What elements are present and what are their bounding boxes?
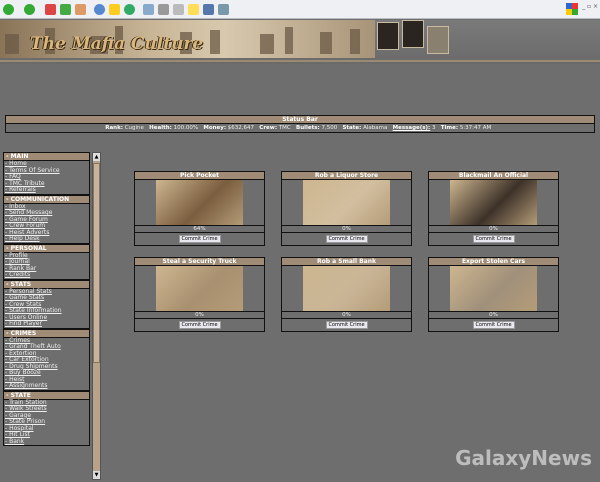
commit-crime-button[interactable]: Commit Crime — [178, 235, 221, 243]
sidebar-link[interactable]: - Credits — [4, 271, 89, 279]
sidebar-section: - STATE - Train Station - Walk Streets - Ga… — [3, 390, 90, 446]
crime-title: Rob a Liquor Store — [282, 172, 411, 180]
status-bar: Status Bar Rank: Cugine Health: 100.00% … — [5, 115, 595, 133]
status-label: Money: — [203, 125, 227, 131]
status-value: 5:37:47 AM — [459, 125, 492, 131]
crime-image — [156, 180, 243, 225]
status-label: Health: — [149, 125, 172, 131]
crime-card: Rob a Liquor Store 0% Commit Crime — [281, 171, 412, 246]
sidebar-link[interactable]: - Find Player — [4, 320, 89, 328]
status-label[interactable]: Message(s): — [393, 125, 431, 131]
crime-title: Export Stolen Cars — [429, 258, 558, 266]
search-icon[interactable] — [94, 3, 105, 15]
status-value: TMC — [278, 125, 291, 131]
sidebar-link[interactable]: - Assignments — [4, 382, 89, 390]
crime-chance: 0% — [429, 311, 558, 319]
sidebar-section: - MAIN - Home - Terms Of Service - FAQ - TMC… — [3, 152, 90, 195]
sidebar-link[interactable]: - Help Desk — [4, 235, 89, 243]
crime-card: Export Stolen Cars 0% Commit Crime — [428, 257, 559, 332]
photo-thumbnail — [377, 22, 399, 50]
refresh-icon[interactable] — [60, 3, 71, 15]
status-label: Bullets: — [296, 125, 320, 131]
crime-card: Rob a Small Bank 0% Commit Crime — [281, 257, 412, 332]
status-value: 7,500 — [321, 125, 338, 131]
notes-icon[interactable] — [188, 3, 199, 15]
header-divider — [0, 60, 600, 62]
skyline-banner: The Mafia Culture — [0, 20, 375, 58]
photo-thumbnail — [427, 26, 449, 54]
status-value: 3 — [432, 125, 436, 131]
sidebar-section: - COMMUNICATION - Inbox - Send Message - Ga… — [3, 194, 90, 244]
home-icon[interactable] — [75, 3, 86, 15]
crime-chance: 0% — [282, 311, 411, 319]
history-icon[interactable] — [124, 3, 135, 15]
mail-icon[interactable] — [143, 3, 154, 15]
crime-image — [303, 180, 390, 225]
sidebar-menu: - MAIN - Home - Terms Of Service - FAQ - TMC… — [3, 152, 90, 482]
print-icon[interactable] — [158, 3, 169, 15]
status-label: State: — [342, 125, 362, 131]
window-controls[interactable]: _ ▫ × — [582, 3, 598, 10]
commit-crime-button[interactable]: Commit Crime — [178, 321, 221, 329]
crime-image — [450, 266, 537, 311]
crime-image — [450, 180, 537, 225]
photo-thumbnail — [402, 20, 424, 48]
messenger-icon[interactable] — [203, 3, 214, 15]
sidebar-link[interactable]: - Referrals — [4, 186, 89, 194]
status-bar-title: Status Bar — [6, 116, 594, 124]
crime-image — [303, 266, 390, 311]
crime-image — [156, 266, 243, 311]
scroll-thumb[interactable] — [93, 163, 100, 363]
status-label: Time: — [440, 125, 459, 131]
commit-crime-button[interactable]: Commit Crime — [472, 321, 515, 329]
crime-chance: 64% — [135, 225, 264, 233]
status-bar-fields: Rank: Cugine Health: 100.00% Money: $632… — [6, 124, 594, 132]
back-icon[interactable] — [3, 3, 14, 15]
favorites-icon[interactable] — [109, 3, 120, 15]
crime-card: Blackmail An Official 0% Commit Crime — [428, 171, 559, 246]
sidebar-section: - CRIMES - Crimes - Grand Theft Auto - Exto… — [3, 328, 90, 391]
crime-title: Blackmail An Official — [429, 172, 558, 180]
sidebar-scrollbar[interactable]: ▲ ▼ — [92, 152, 101, 480]
crime-title: Rob a Small Bank — [282, 258, 411, 266]
commit-crime-button[interactable]: Commit Crime — [325, 235, 368, 243]
status-value: Cugine — [124, 125, 144, 131]
browser-toolbar: _ ▫ × — [0, 0, 600, 19]
sidebar-link[interactable]: - Bank — [4, 438, 89, 446]
commit-crime-button[interactable]: Commit Crime — [472, 235, 515, 243]
status-label: Crew: — [259, 125, 278, 131]
scroll-up-icon[interactable]: ▲ — [93, 153, 100, 161]
status-value: $632,647 — [227, 125, 255, 131]
crime-chance: 0% — [282, 225, 411, 233]
edit-icon[interactable] — [173, 3, 184, 15]
crime-card: Pick Pocket 64% Commit Crime — [134, 171, 265, 246]
forward-icon[interactable] — [24, 3, 35, 15]
crime-title: Pick Pocket — [135, 172, 264, 180]
site-logo[interactable]: The Mafia Culture — [30, 34, 203, 54]
scroll-down-icon[interactable]: ▼ — [93, 471, 100, 479]
crime-chance: 0% — [135, 311, 264, 319]
crime-card: Steal a Security Truck 0% Commit Crime — [134, 257, 265, 332]
site-header: The Mafia Culture — [0, 20, 600, 64]
windows-logo-icon — [566, 3, 578, 15]
watermark: GalaxyNews — [455, 446, 592, 470]
status-value: 100.00% — [173, 125, 199, 131]
tools-icon[interactable] — [218, 3, 229, 15]
status-label: Rank: — [105, 125, 123, 131]
sidebar-section: - STATS - Personal Stats - Game Stats - Cre… — [3, 279, 90, 329]
crime-chance: 0% — [429, 225, 558, 233]
stop-icon[interactable] — [45, 3, 56, 15]
commit-crime-button[interactable]: Commit Crime — [325, 321, 368, 329]
crime-title: Steal a Security Truck — [135, 258, 264, 266]
status-value: Alabama — [363, 125, 388, 131]
sidebar-section: - PERSONAL - Profile - Journal - Rank Bar - … — [3, 243, 90, 280]
